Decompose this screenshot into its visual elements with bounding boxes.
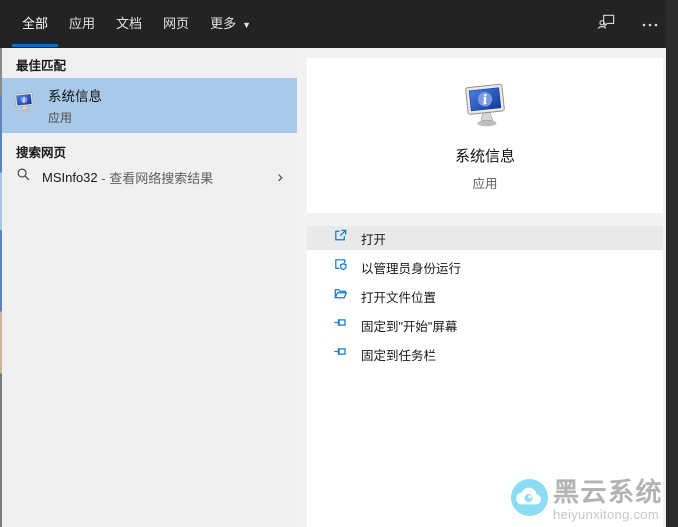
search-web-header: 搜索网页 [16, 146, 67, 160]
best-match-title: 系统信息 [48, 89, 102, 104]
heiyun-cloud-logo-icon [510, 478, 549, 522]
tab-more-label: 更多 [210, 16, 237, 31]
system-info-icon-large: i [307, 83, 663, 134]
tab-documents-label: 文档 [116, 16, 143, 31]
watermark-name: 黑云系统 [553, 477, 664, 507]
tab-web[interactable]: 网页 [163, 0, 189, 48]
search-icon [16, 167, 31, 187]
feedback-button[interactable] [594, 12, 618, 36]
feedback-icon [597, 12, 616, 36]
watermark-text: 黑云系统 heiyunxitong.com [553, 477, 664, 522]
app-subtitle: 应用 [472, 177, 498, 191]
action-pin-to-taskbar-label: 固定到任务栏 [361, 348, 437, 363]
more-options-button[interactable] [638, 12, 662, 36]
tab-web-label: 网页 [163, 16, 190, 31]
tab-apps-label: 应用 [69, 16, 96, 31]
watermark: 黑云系统 heiyunxitong.com [510, 478, 663, 522]
action-pin-to-start[interactable]: 固定到"开始"屏幕 [307, 313, 663, 337]
action-open-file-location[interactable]: 打开文件位置 [307, 284, 663, 308]
tab-more[interactable]: 更多 ▼ [210, 0, 251, 48]
desktop-edge-right [666, 0, 678, 527]
best-match-subtitle: 应用 [48, 111, 73, 125]
preview-panel: i 系统信息 应用 打开 以管理员身份运行 打开文件位置 固定到"开始"屏幕 固… [297, 48, 666, 527]
system-info-icon: i [13, 92, 35, 119]
tab-all[interactable]: 全部 [11, 0, 59, 48]
search-query: MSInfo32 [42, 169, 98, 185]
tab-documents[interactable]: 文档 [116, 0, 142, 48]
search-header: 全部 应用 文档 网页 更多 ▼ [0, 0, 678, 48]
search-suffix: - 查看网络搜索结果 [97, 170, 214, 186]
web-search-item[interactable]: MSInfo32 - 查看网络搜索结果 › [0, 162, 297, 192]
app-title: 系统信息 [454, 148, 515, 165]
action-run-as-admin-label: 以管理员身份运行 [361, 261, 462, 276]
ellipsis-icon [641, 15, 659, 33]
best-match-text: 系统信息 应用 [48, 85, 102, 126]
desktop-edge-left [0, 48, 2, 527]
action-open[interactable]: 打开 [307, 226, 663, 250]
best-match-header: 最佳匹配 [16, 59, 67, 73]
admin-shield-icon [333, 257, 348, 277]
action-open-label: 打开 [361, 232, 387, 247]
folder-location-icon [333, 286, 348, 306]
tab-all-label: 全部 [22, 16, 49, 31]
action-open-file-location-label: 打开文件位置 [361, 290, 437, 305]
best-match-item[interactable]: i 系统信息 应用 [0, 78, 297, 133]
action-run-as-admin[interactable]: 以管理员身份运行 [307, 255, 663, 279]
tab-apps[interactable]: 应用 [69, 0, 95, 48]
action-pin-to-taskbar[interactable]: 固定到任务栏 [307, 342, 663, 366]
results-panel: 最佳匹配 i 系统信息 应用 搜索网页 MSInfo32 - 查看网络搜索结果 … [0, 48, 297, 527]
windows-search-window: 全部 应用 文档 网页 更多 ▼ 最佳匹配 i 系统信息 应用 搜索网页 MSI… [0, 0, 678, 527]
search-filter-tabs: 全部 应用 文档 网页 更多 ▼ [11, 0, 251, 48]
watermark-url: heiyunxitong.com [553, 507, 659, 522]
chevron-down-icon: ▼ [242, 20, 251, 30]
header-icons [594, 0, 662, 48]
chevron-right-icon[interactable]: › [277, 168, 283, 185]
pin-icon [333, 344, 348, 364]
pin-icon [333, 315, 348, 335]
action-pin-to-start-label: 固定到"开始"屏幕 [361, 319, 458, 334]
launch-icon [333, 228, 348, 248]
app-preview-card: i 系统信息 应用 [307, 58, 663, 213]
